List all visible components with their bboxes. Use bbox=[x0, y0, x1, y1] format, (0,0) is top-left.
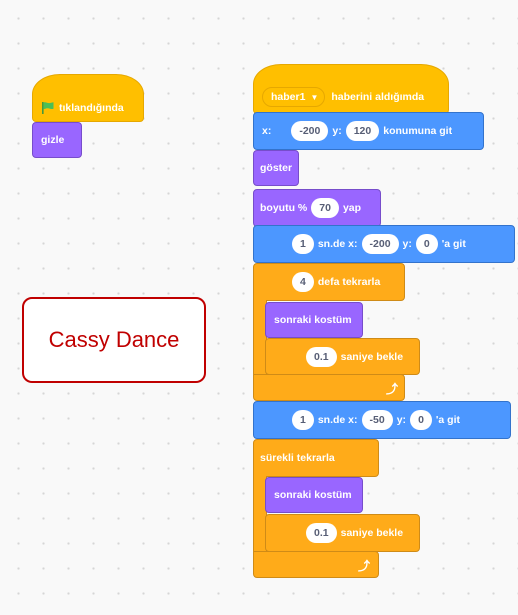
receive-label: haberini aldığımda bbox=[331, 91, 425, 103]
wait-input-1[interactable]: 0.1 bbox=[306, 346, 337, 367]
size-input[interactable]: 70 bbox=[311, 198, 339, 218]
hide-block[interactable]: gizle bbox=[32, 122, 82, 158]
set-size-suffix: yap bbox=[342, 202, 362, 214]
glide-x-input-1[interactable]: -200 bbox=[361, 234, 399, 254]
wait-input-2[interactable]: 0.1 bbox=[306, 523, 337, 543]
flag-hat-label: tıklandığında bbox=[59, 102, 124, 114]
message-dropdown[interactable]: haber1 ▼ bbox=[262, 87, 326, 107]
forever-arrow-icon: ⤴ bbox=[358, 559, 371, 573]
x-label: x: bbox=[262, 125, 272, 137]
wait-block-1[interactable]: 0.1 saniye bekle bbox=[265, 338, 420, 375]
forever-block[interactable]: sürekli tekrarla bbox=[253, 439, 379, 477]
set-size-label: boyutu % bbox=[260, 202, 308, 214]
next-costume-block-2[interactable]: sonraki kostüm bbox=[265, 477, 363, 513]
glide-label-2: sn.de x: bbox=[317, 414, 358, 426]
goto-label: konumuna git bbox=[383, 125, 453, 137]
loop-arrow-icon: ⤴ bbox=[386, 382, 399, 396]
cassy-dance-note: Cassy Dance bbox=[22, 297, 206, 383]
glide-block-2[interactable]: 1 sn.de x: -50 y: 0 'a git bbox=[253, 401, 511, 439]
repeat-label: defa tekrarla bbox=[317, 276, 381, 288]
repeat-bottom-arm: ⤴ bbox=[253, 374, 405, 401]
next-costume-label-1: sonraki kostüm bbox=[274, 314, 352, 326]
set-size-block[interactable]: boyutu % 70 yap bbox=[253, 189, 381, 227]
wait-block-2[interactable]: 0.1 saniye bekle bbox=[265, 514, 420, 552]
y-input[interactable]: 120 bbox=[345, 121, 380, 141]
forever-label: sürekli tekrarla bbox=[260, 452, 335, 464]
when-i-receive-block[interactable]: haber1 ▼ haberini aldığımda bbox=[253, 64, 449, 114]
glide-y-input-2[interactable]: 0 bbox=[410, 410, 432, 430]
show-label: göster bbox=[260, 162, 293, 174]
glide-suffix-2: 'a git bbox=[435, 414, 460, 426]
y-label: y: bbox=[332, 125, 342, 137]
message-name: haber1 bbox=[271, 91, 306, 103]
go-to-xy-block[interactable]: x: -200 y: 120 konumuna git bbox=[253, 112, 484, 150]
green-flag-icon bbox=[41, 101, 55, 115]
glide-secs-input-2[interactable]: 1 bbox=[292, 410, 314, 430]
glide-label-1: sn.de x: bbox=[317, 238, 358, 250]
chevron-down-icon: ▼ bbox=[310, 92, 319, 102]
repeat-count-input[interactable]: 4 bbox=[292, 272, 314, 292]
hide-label: gizle bbox=[41, 134, 65, 146]
forever-bottom-arm: ⤴ bbox=[253, 551, 379, 578]
glide-secs-input-1[interactable]: 1 bbox=[292, 234, 314, 254]
show-block[interactable]: göster bbox=[253, 150, 299, 186]
glide-y-input-1[interactable]: 0 bbox=[415, 234, 438, 254]
note-text: Cassy Dance bbox=[48, 327, 180, 352]
repeat-block[interactable]: 4 defa tekrarla bbox=[253, 263, 405, 301]
wait-label-1: saniye bekle bbox=[340, 350, 404, 363]
next-costume-block-1[interactable]: sonraki kostüm bbox=[265, 302, 363, 338]
x-input[interactable]: -200 bbox=[291, 121, 329, 141]
when-flag-clicked-block[interactable]: tıklandığında bbox=[32, 74, 144, 122]
next-costume-label-2: sonraki kostüm bbox=[274, 489, 352, 501]
glide-block-1[interactable]: 1 sn.de x: -200 y: 0 'a git bbox=[253, 225, 515, 263]
glide-x-input-2[interactable]: -50 bbox=[361, 410, 393, 430]
glide-suffix-1: 'a git bbox=[441, 238, 466, 250]
glide-y-label-1: y: bbox=[402, 238, 412, 250]
wait-label-2: saniye bekle bbox=[340, 527, 404, 539]
glide-y-label-2: y: bbox=[396, 414, 407, 426]
